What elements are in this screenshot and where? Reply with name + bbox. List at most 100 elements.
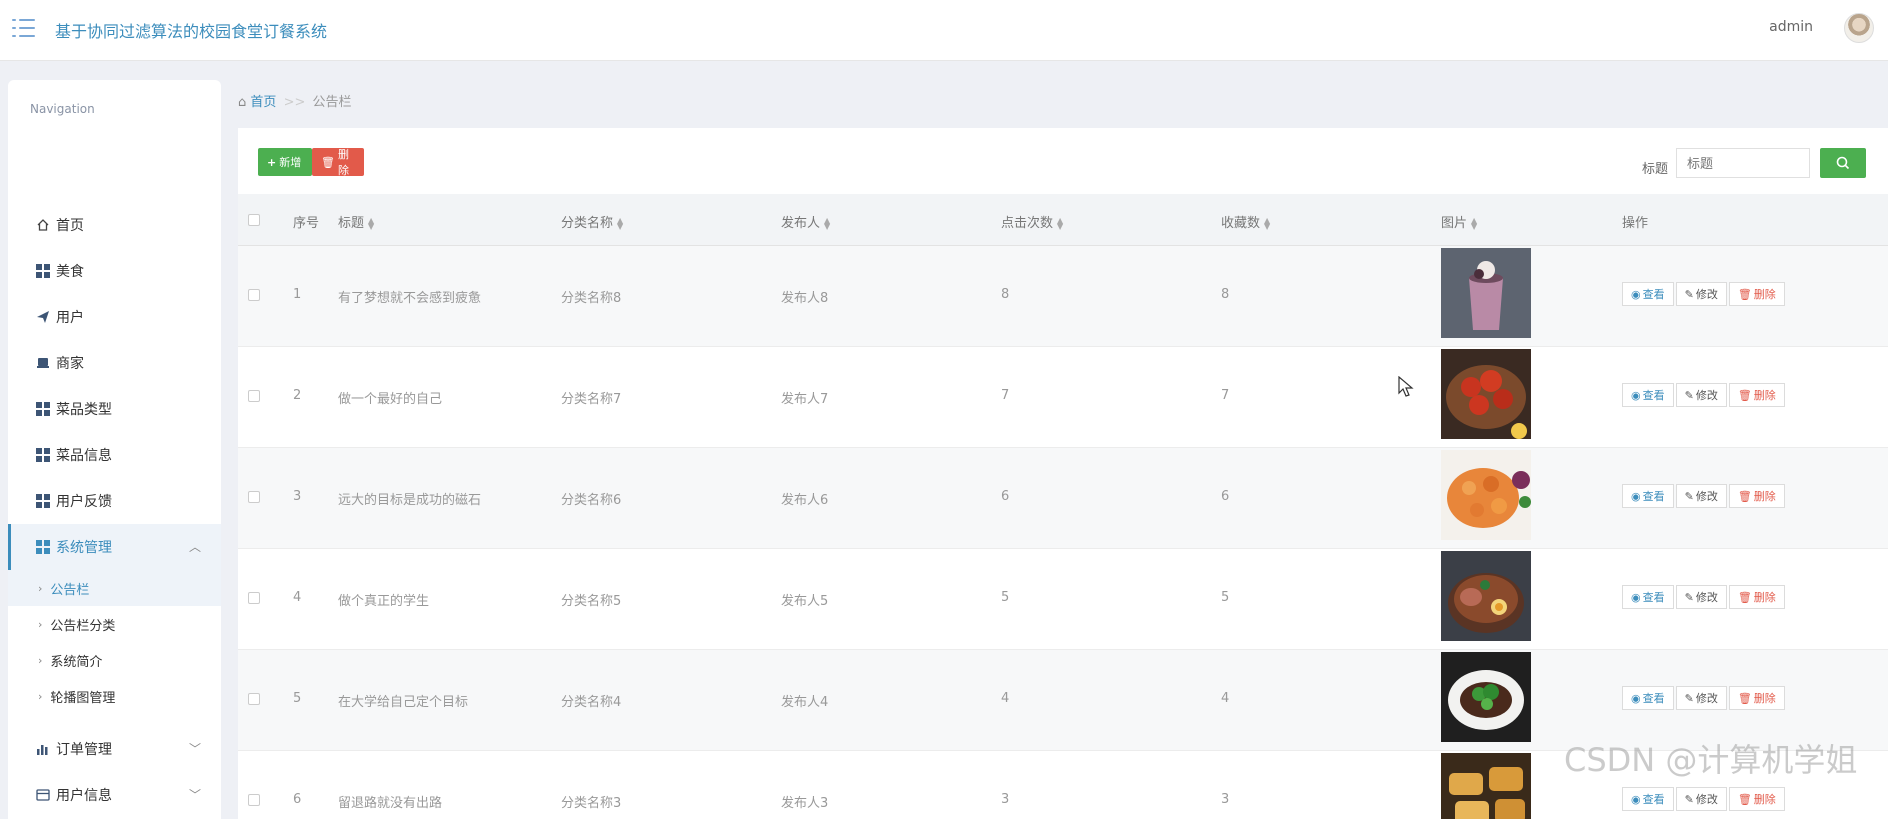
sidebar-item-feedback[interactable]: 用户反馈	[8, 478, 221, 524]
trash-icon: 🗑	[1737, 590, 1752, 604]
delete-button[interactable]: 🗑 删除	[312, 148, 364, 177]
row-checkbox[interactable]	[248, 390, 260, 402]
row-delete-button[interactable]: 🗑 删除	[1728, 282, 1785, 306]
delete-label: 删除	[1753, 288, 1776, 301]
table-header: 序号 标题 ▲ ▼ 分类名称 ▲ ▼ 发布人 ▲ ▼ 点击次数 ▲ ▼ 收藏数 ▲ ▼ 图片 ▲ ▼ 操…	[238, 194, 1888, 246]
edit-button[interactable]: ✎ 修改	[1675, 686, 1727, 710]
row-checkbox[interactable]	[248, 491, 260, 503]
cell-clicks: 8	[1001, 287, 1010, 302]
view-label: 查看	[1642, 591, 1665, 604]
row-checkbox[interactable]	[248, 693, 260, 705]
content-panel: + 新增 🗑 删除 标题 序号 标题▲▼ 分类名称▲▼ 发布人▲▼ 点击次数▲▼…	[238, 128, 1888, 819]
user-name[interactable]: admin	[1769, 19, 1813, 35]
column-header-image[interactable]: 图片 ▲ ▼	[1441, 212, 1477, 231]
breadcrumb-separator: >>	[283, 95, 306, 110]
sidebar-subitem-intro[interactable]: › 系统简介	[8, 642, 221, 678]
sidebar-subitem-notice[interactable]: › 公告栏	[8, 570, 221, 606]
add-button[interactable]: + 新增	[258, 148, 312, 176]
search-button[interactable]	[1820, 148, 1866, 178]
sidebar-subitem-carousel[interactable]: › 轮播图管理	[8, 678, 221, 714]
trash-icon: 🗑	[1737, 287, 1752, 301]
grid-icon	[36, 494, 50, 508]
breadcrumb-current: 公告栏	[312, 95, 352, 110]
chevron-down-icon: ﹀	[188, 742, 201, 756]
sidebar-subitem-label: 轮播图管理	[50, 690, 116, 706]
row-delete-button[interactable]: 🗑 删除	[1728, 585, 1785, 609]
cell-favorites: 8	[1221, 287, 1230, 302]
row-actions: ◉ 查看 ✎ 修改 🗑 删除	[1622, 484, 1787, 508]
row-delete-button[interactable]: 🗑 删除	[1728, 383, 1785, 407]
edit-button[interactable]: ✎ 修改	[1675, 484, 1727, 508]
edit-label: 修改	[1695, 692, 1718, 705]
home-icon: ⌂	[238, 95, 247, 110]
column-header-publisher[interactable]: 发布人 ▲ ▼	[781, 212, 830, 231]
trash-icon: 🗑	[321, 155, 335, 169]
row-checkbox[interactable]	[248, 794, 260, 806]
sidebar-item-merchant[interactable]: 商家	[8, 340, 221, 386]
cell-title: 有了梦想就不会感到疲惫	[338, 291, 482, 306]
breadcrumb-home[interactable]: 首页	[250, 95, 276, 110]
sidebar-subitem-label: 系统简介	[50, 654, 103, 670]
edit-button[interactable]: ✎ 修改	[1675, 383, 1727, 407]
view-button[interactable]: ◉ 查看	[1622, 585, 1674, 609]
sidebar-item-label: 用户信息	[56, 788, 112, 804]
column-header-clicks[interactable]: 点击次数 ▲ ▼	[1001, 212, 1063, 231]
delete-button-label: 删除	[337, 148, 349, 177]
delete-label: 删除	[1753, 692, 1776, 705]
view-button[interactable]: ◉ 查看	[1622, 787, 1674, 811]
trash-icon: 🗑	[1737, 388, 1752, 402]
edit-button[interactable]: ✎ 修改	[1675, 585, 1727, 609]
cell-publisher: 发布人4	[781, 695, 829, 710]
table-row: 4 做个真正的学生 分类名称5 发布人5 5 5 ◉ 查看 ✎ 修改 🗑 删除	[238, 549, 1888, 650]
edit-icon: ✎	[1684, 287, 1694, 301]
sidebar-item-food[interactable]: 美食	[8, 248, 221, 294]
row-delete-button[interactable]: 🗑 删除	[1728, 484, 1785, 508]
delete-label: 删除	[1753, 490, 1776, 503]
sidebar-item-orders[interactable]: 订单管理 ﹀	[8, 726, 221, 772]
cell-publisher: 发布人5	[781, 594, 829, 609]
row-checkbox[interactable]	[248, 289, 260, 301]
edit-label: 修改	[1695, 288, 1718, 301]
view-button[interactable]: ◉ 查看	[1622, 383, 1674, 407]
sidebar-item-user-info[interactable]: 用户信息 ﹀	[8, 772, 221, 818]
column-header-label: 收藏数	[1221, 216, 1261, 231]
row-actions: ◉ 查看 ✎ 修改 🗑 删除	[1622, 585, 1787, 609]
eye-icon: ◉	[1631, 792, 1641, 806]
view-button[interactable]: ◉ 查看	[1622, 686, 1674, 710]
sidebar-item-dish-info[interactable]: 菜品信息	[8, 432, 221, 478]
view-label: 查看	[1642, 793, 1665, 806]
cell-no: 2	[293, 388, 302, 403]
cell-publisher: 发布人6	[781, 493, 829, 508]
cell-category: 分类名称4	[561, 695, 622, 710]
eye-icon: ◉	[1631, 590, 1641, 604]
cell-no: 5	[293, 691, 302, 706]
view-button[interactable]: ◉ 查看	[1622, 282, 1674, 306]
sort-icon: ▲ ▼	[617, 215, 624, 231]
row-delete-button[interactable]: 🗑 删除	[1728, 787, 1785, 811]
avatar[interactable]	[1844, 13, 1874, 43]
column-header-title[interactable]: 标题 ▲ ▼	[338, 212, 374, 231]
sidebar-item-dish-type[interactable]: 菜品类型	[8, 386, 221, 432]
card-icon	[36, 789, 50, 801]
row-delete-button[interactable]: 🗑 删除	[1728, 686, 1785, 710]
sidebar-item-home[interactable]: 首页	[8, 202, 221, 248]
sidebar-subitem-notice-category[interactable]: › 公告栏分类	[8, 606, 221, 642]
column-header-category[interactable]: 分类名称 ▲ ▼	[561, 212, 623, 231]
top-header: 基于协同过滤算法的校园食堂订餐系统 admin	[0, 0, 1888, 61]
sort-icon: ▲ ▼	[368, 215, 375, 231]
sidebar-item-system[interactable]: 系统管理 ︿	[8, 524, 221, 570]
menu-toggle-icon[interactable]	[12, 18, 36, 38]
select-all-checkbox[interactable]	[248, 214, 260, 226]
chevron-right-icon: ›	[38, 617, 43, 631]
edit-button[interactable]: ✎ 修改	[1675, 787, 1727, 811]
row-actions: ◉ 查看 ✎ 修改 🗑 删除	[1622, 282, 1787, 306]
edit-button[interactable]: ✎ 修改	[1675, 282, 1727, 306]
sidebar-item-label: 用户	[56, 310, 84, 326]
column-header-favorites[interactable]: 收藏数 ▲ ▼	[1221, 212, 1270, 231]
view-button[interactable]: ◉ 查看	[1622, 484, 1674, 508]
crayfish-thumbnail	[1441, 349, 1531, 439]
cell-category: 分类名称7	[561, 392, 622, 407]
sidebar-item-user[interactable]: 用户	[8, 294, 221, 340]
search-input[interactable]	[1676, 148, 1810, 178]
row-checkbox[interactable]	[248, 592, 260, 604]
